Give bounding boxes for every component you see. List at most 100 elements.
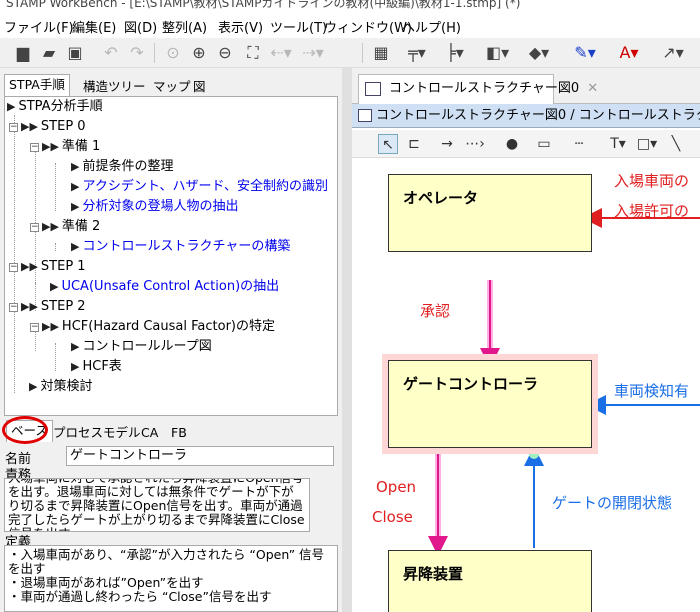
- line-tool-icon[interactable]: ╲: [666, 134, 686, 154]
- diagram-canvas[interactable]: オペレータ ゲートコントローラ 昇降装置 入場車両の 入場許可の 承認 車両検知…: [352, 158, 700, 612]
- zoom-in-icon[interactable]: ⊕: [188, 42, 210, 64]
- tree-step1[interactable]: − ▶▶ STEP 1: [9, 257, 86, 277]
- tab-stpa-steps[interactable]: STPA手順: [4, 74, 70, 96]
- drawing-palette: ↖ ⊏ → ⋯› ● ▭ ┄ T▾ □▾ ╲: [352, 130, 700, 158]
- point-tool-icon[interactable]: ●: [502, 134, 522, 154]
- align-left-icon[interactable]: ╞▾: [444, 42, 466, 64]
- menu-align[interactable]: 整列(A): [162, 17, 207, 36]
- definition-line: ・退場車両があれば”Open”を出す: [8, 575, 204, 590]
- font-color-icon[interactable]: A▾: [618, 42, 640, 64]
- controller-tool-icon[interactable]: ⊏: [402, 134, 426, 154]
- tree-countermeasure[interactable]: ▶ 対策検討: [29, 377, 92, 397]
- label-approval: 承認: [420, 302, 451, 320]
- definition-line: ・車両が通過し終わったら “Close”信号を出す: [8, 589, 272, 604]
- block-gate-controller[interactable]: ゲートコントローラ: [388, 360, 592, 448]
- diagram-icon: [365, 82, 381, 96]
- tree-item[interactable]: ▶ 前提条件の整理: [71, 157, 173, 177]
- menu-window[interactable]: ウィンドウ(W): [324, 17, 412, 36]
- note-tool-icon[interactable]: ▭: [534, 134, 554, 154]
- undo-icon[interactable]: ↶: [100, 42, 122, 64]
- block-operator[interactable]: オペレータ: [388, 174, 592, 252]
- properties-tab-row: ベース プロセスモデル CA FB: [0, 420, 342, 442]
- arrange-icon[interactable]: ◧▾: [486, 42, 509, 64]
- tab-process-model[interactable]: プロセスモデル: [48, 422, 146, 442]
- align-top-icon[interactable]: ╤▾: [406, 42, 428, 64]
- line-color-icon[interactable]: ✎▾: [574, 42, 596, 64]
- editor-tab-control-structure[interactable]: コントロールストラクチャー図0 ✕: [358, 74, 598, 104]
- open-folder-icon[interactable]: ▰: [38, 42, 60, 64]
- close-tab-icon[interactable]: ✕: [587, 81, 598, 96]
- label-vehicle-detect: 車両検知有: [614, 382, 690, 400]
- label-entry-permit: 入場許可の: [614, 202, 690, 220]
- tree-item[interactable]: ▶ UCA(Unsafe Control Action)の抽出: [50, 277, 279, 297]
- text-tool-icon[interactable]: T▾: [606, 134, 630, 154]
- collapse-icon[interactable]: −: [30, 143, 39, 152]
- forward-icon[interactable]: ⇢▾: [302, 42, 324, 64]
- tree-item[interactable]: ▶ HCF表: [71, 357, 122, 377]
- menu-edit[interactable]: 編集(E): [72, 17, 116, 36]
- diagram-window: コントロールストラクチャー図0 / コントロールストラクチャー図0 ↖ ⊏ → …: [352, 104, 700, 612]
- window-title: STAMP WorkBench - [E:\STAMP\教材\STAMPガイドラ…: [6, 0, 521, 10]
- collapse-icon[interactable]: −: [9, 263, 18, 272]
- tree-item[interactable]: ▶ アクシデント、ハザード、安全制約の識別: [71, 177, 328, 197]
- rectangle-tool-icon[interactable]: □▾: [634, 134, 660, 154]
- diagram-title: コントロールストラクチャー図0 / コントロールストラクチャー図0: [376, 108, 700, 123]
- left-tab-row: STPA手順 構造ツリー マップ 図: [4, 74, 338, 96]
- select-tool-icon[interactable]: ↖: [378, 134, 398, 154]
- toolbar: ▆ ▰ ▣ ↶ ↷ ⊙ ⊕ ⊖ ⛶ ⇠▾ ⇢▾ ▦ ╤▾ ╞▾ ◧▾ ◆▾ ✎▾…: [0, 38, 700, 68]
- diagram-title-bar: コントロールストラクチャー図0 / コントロールストラクチャー図0: [352, 104, 700, 128]
- tree-root[interactable]: ▶ STPA分析手順: [7, 97, 103, 117]
- zoom-out-icon[interactable]: ⊖: [214, 42, 236, 64]
- tree-hcf[interactable]: − ▶▶ HCF(Hazard Causal Factor)の特定: [30, 317, 275, 337]
- menu-file[interactable]: ファイル(F): [4, 17, 74, 36]
- dashed-line-tool-icon[interactable]: ┄: [566, 134, 592, 154]
- tab-fb[interactable]: FB: [166, 422, 192, 442]
- label-open: Open: [376, 478, 417, 496]
- redo-icon[interactable]: ↷: [126, 42, 148, 64]
- diagram-icon: [358, 109, 372, 122]
- fit-to-window-icon[interactable]: ⛶: [242, 42, 264, 64]
- definition-line: ・入場車両があり、“承認”が入力されたら “Open” 信号を出す: [8, 547, 325, 576]
- name-field[interactable]: ゲートコントローラ: [66, 446, 334, 466]
- tab-ca[interactable]: CA: [136, 422, 163, 442]
- editor-tab-strip: コントロールストラクチャー図0 ✕: [352, 68, 700, 104]
- editor-tab-label: コントロールストラクチャー図0: [389, 81, 580, 96]
- block-lift-device[interactable]: 昇降装置: [388, 550, 592, 612]
- responsibility-text: 入場車両に対して承認されたら昇降装置にOpen信号を出す。退場車両に対しては無条…: [8, 479, 305, 531]
- panel-splitter[interactable]: [342, 68, 352, 612]
- responsibility-field[interactable]: 入場車両に対して承認されたら昇降装置にOpen信号を出す。退場車両に対しては無条…: [4, 478, 310, 532]
- label-gate-state: ゲートの開閉状態: [552, 494, 673, 512]
- tree-step0[interactable]: − ▶▶ STEP 0: [9, 117, 86, 137]
- dotted-arrow-tool-icon[interactable]: ⋯›: [462, 134, 488, 154]
- tree-prep2[interactable]: − ▶▶ 準備 2: [30, 217, 100, 237]
- collapse-icon[interactable]: −: [30, 223, 39, 232]
- tree-prep1[interactable]: − ▶▶ 準備 1: [30, 137, 100, 157]
- grid-icon[interactable]: ▦: [370, 42, 392, 64]
- tab-diagram[interactable]: 図: [188, 76, 211, 96]
- tree-item[interactable]: ▶ コントロールストラクチャーの構築: [71, 237, 290, 257]
- collapse-icon[interactable]: −: [9, 123, 18, 132]
- back-icon[interactable]: ⇠▾: [270, 42, 292, 64]
- menu-view[interactable]: 表示(V): [218, 17, 263, 36]
- menu-help[interactable]: ヘルプ(H): [402, 17, 461, 36]
- collapse-icon[interactable]: −: [30, 323, 39, 332]
- title-bar: STAMP WorkBench - [E:\STAMP\教材\STAMPガイドラ…: [0, 0, 700, 12]
- tree-step2[interactable]: − ▶▶ STEP 2: [9, 297, 86, 317]
- fill-color-icon[interactable]: ◆▾: [528, 42, 550, 64]
- save-icon[interactable]: ▣: [64, 42, 86, 64]
- collapse-icon[interactable]: −: [9, 303, 18, 312]
- label-entry-vehicle: 入場車両の: [614, 172, 690, 190]
- menu-bar: ファイル(F) 編集(E) 図(D) 整列(A) 表示(V) ツール(T) ウィ…: [0, 12, 700, 38]
- tree-item[interactable]: ▶ 分析対象の登場人物の抽出: [71, 197, 238, 217]
- menu-diagram[interactable]: 図(D): [124, 17, 157, 36]
- new-file-icon[interactable]: ▆: [12, 42, 34, 64]
- definition-field[interactable]: ・入場車両があり、“承認”が入力されたら “Open” 信号を出す ・退場車両が…: [4, 545, 338, 612]
- tab-structure-tree[interactable]: 構造ツリー: [78, 76, 151, 96]
- label-close: Close: [372, 508, 413, 526]
- arrow-tool-icon[interactable]: →: [436, 134, 458, 154]
- tree-item[interactable]: ▶ コントロールループ図: [71, 337, 212, 357]
- zoom-icon[interactable]: ⊙: [162, 42, 184, 64]
- menu-tools[interactable]: ツール(T): [270, 17, 327, 36]
- stpa-tree: ▶ STPA分析手順 − ▶▶ STEP 0 − ▶▶ 準備 1 ▶ 前提条件の整理 ▶ アク…: [4, 96, 338, 416]
- line-style-icon[interactable]: ↗▾: [662, 42, 684, 64]
